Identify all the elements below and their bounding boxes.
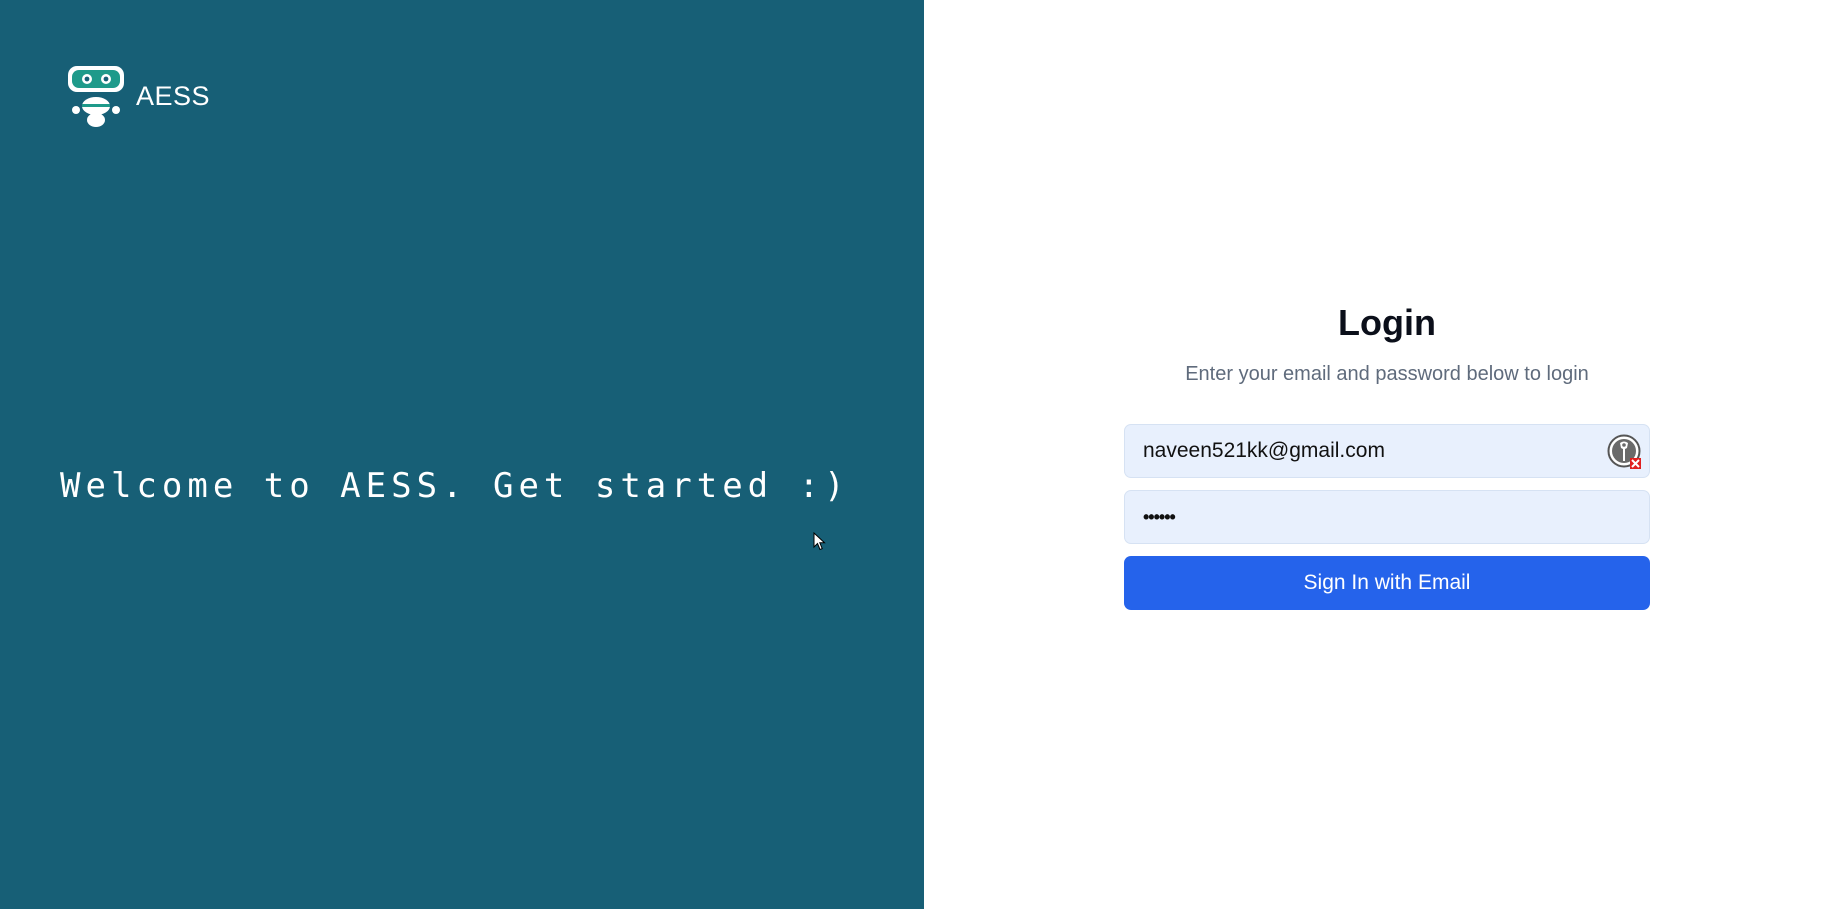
- sign-in-with-email-button[interactable]: Sign In with Email: [1124, 556, 1650, 610]
- login-subtitle: Enter your email and password below to l…: [1185, 363, 1589, 385]
- robot-icon: [68, 66, 124, 127]
- login-page: AESS Welcome to AESS. Get started :) Log…: [0, 0, 1848, 909]
- email-value: naveen521kk@gmail.com: [1143, 439, 1385, 462]
- welcome-text: Welcome to AESS. Get started :): [60, 466, 850, 506]
- login-panel: Login Enter your email and password belo…: [924, 0, 1848, 909]
- password-manager-icon[interactable]: [1607, 434, 1643, 470]
- login-title: Login: [1338, 302, 1436, 343]
- password-field[interactable]: ••••••: [1124, 490, 1650, 544]
- brand: AESS: [66, 64, 210, 128]
- brand-name: AESS: [136, 80, 211, 111]
- email-field[interactable]: naveen521kk@gmail.com: [1124, 424, 1650, 478]
- welcome-panel: AESS Welcome to AESS. Get started :): [0, 0, 924, 909]
- mouse-cursor-icon: [813, 532, 826, 551]
- login-form: Login Enter your email and password belo…: [1124, 298, 1650, 610]
- password-value: ••••••: [1143, 506, 1176, 527]
